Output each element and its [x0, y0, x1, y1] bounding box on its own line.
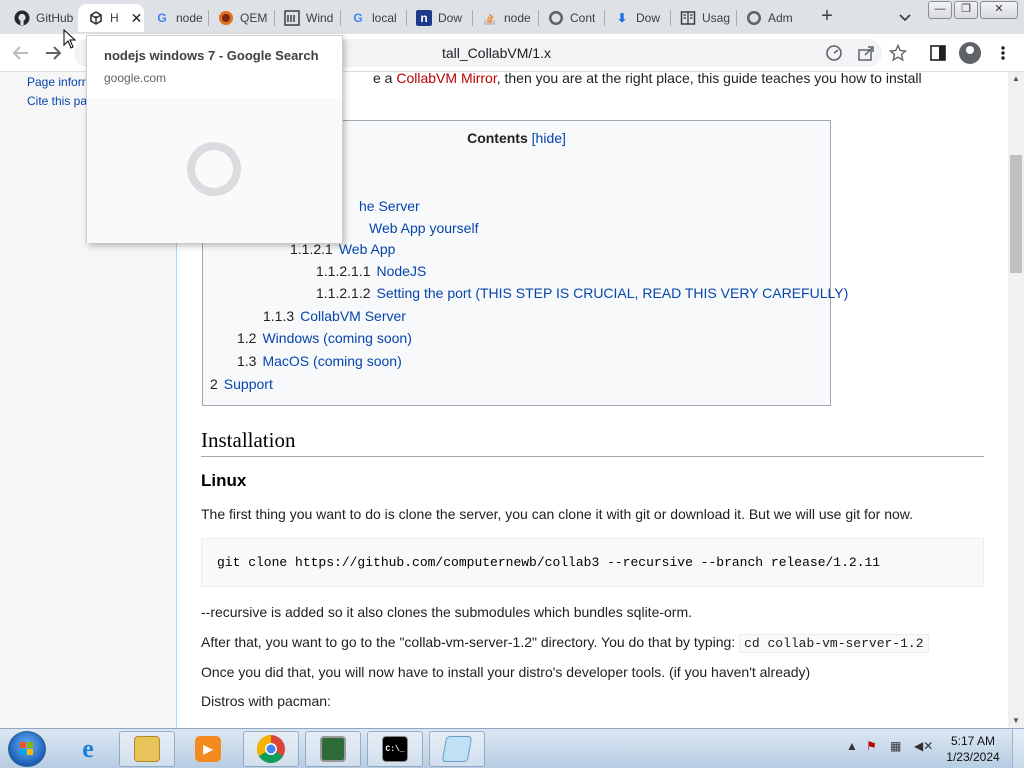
toc-item[interactable]: 1.3 MacOS (coming soon)	[237, 353, 402, 369]
action-center-flag-icon[interactable]: ⚑	[866, 739, 877, 753]
tab-github[interactable]: GitHub	[4, 4, 76, 32]
forward-arrow-icon[interactable]	[42, 42, 64, 64]
sidebar-link-cite[interactable]: Cite this pa	[27, 94, 87, 108]
mouse-cursor-icon	[63, 29, 77, 49]
toc-item[interactable]: 1.1.2.1 Web App	[290, 241, 395, 257]
notepad-icon[interactable]	[429, 731, 485, 767]
toc-item[interactable]: he Server	[359, 198, 420, 214]
tab-usage[interactable]: Usag	[670, 4, 736, 32]
tab-wikipedia[interactable]: Wind	[274, 4, 340, 32]
globe-icon	[746, 10, 762, 26]
nodejs-n-icon: n	[416, 10, 432, 26]
section-heading-installation: Installation	[201, 428, 984, 457]
tab-strip: GitHub H ✕ G node QEM Wind G local n Dow	[0, 0, 1024, 34]
windows-taskbar: e ▶ C:\_ ▲ ⚑ ▦ ◀✕ 5:17 AM 1/23/2024	[0, 728, 1024, 768]
globe-placeholder-icon	[187, 142, 241, 196]
globe-icon	[548, 10, 564, 26]
close-tab-icon[interactable]: ✕	[131, 10, 143, 27]
toc-item[interactable]: 1.2 Windows (coming soon)	[237, 330, 412, 346]
hover-card-domain: google.com	[104, 71, 167, 85]
paragraph-pacman: Distros with pacman:	[201, 693, 331, 709]
intro-text: e a CollabVM Mirror, then you are at the…	[373, 72, 922, 86]
subsection-heading-linux: Linux	[201, 471, 247, 490]
toc-item[interactable]: 2 Support	[210, 376, 273, 392]
tab-hover-card: nodejs windows 7 - Google Search google.…	[86, 35, 343, 243]
back-arrow-icon[interactable]	[10, 42, 32, 64]
tray-show-hidden-icon[interactable]: ▲	[846, 739, 858, 753]
tab-google-local[interactable]: G local	[340, 4, 406, 32]
performance-gauge-icon[interactable]	[825, 44, 843, 62]
sidebar-link-page-info[interactable]: Page inforr	[27, 75, 86, 89]
task-manager-icon[interactable]	[305, 731, 361, 767]
toc-hide-link[interactable]: hide	[536, 130, 562, 146]
tab-qemu[interactable]: QEM	[208, 4, 274, 32]
toc-item[interactable]: Web App yourself	[369, 220, 478, 236]
kebab-menu-icon[interactable]	[994, 44, 1012, 62]
toc-item[interactable]: 1.1.2.1.2 Setting the port (THIS STEP IS …	[316, 285, 848, 301]
tab-cont[interactable]: Cont	[538, 4, 604, 32]
side-panel-icon[interactable]	[929, 44, 947, 62]
network-icon[interactable]: ▦	[890, 739, 901, 753]
tab-stackoverflow[interactable]: node	[472, 4, 538, 32]
inline-code-cd: cd collab-vm-server-1.2	[739, 634, 929, 653]
collabvm-icon	[88, 10, 104, 26]
close-window-button[interactable]: ✕	[980, 1, 1018, 19]
tab-nodejs-download[interactable]: n Dow	[406, 4, 472, 32]
paragraph-recursive: --recursive is added so it also clones t…	[201, 604, 693, 620]
internet-explorer-icon[interactable]: e	[60, 731, 116, 767]
windows-flag-icon	[20, 742, 34, 756]
paragraph-cd: After that, you want to go to the "colla…	[201, 634, 929, 653]
new-tab-button[interactable]: +	[816, 6, 838, 28]
download-icon: ⬇	[616, 11, 628, 25]
system-clock[interactable]: 5:17 AM 1/23/2024	[940, 733, 1006, 765]
share-icon[interactable]	[857, 44, 875, 62]
address-text: tall_CollabVM/1.x	[442, 45, 551, 61]
wikipedia-icon	[284, 10, 300, 26]
profile-avatar[interactable]	[959, 42, 981, 64]
paragraph-dev-tools: Once you did that, you will now have to …	[201, 664, 811, 680]
tab-search-chevron-icon[interactable]	[896, 8, 914, 26]
github-icon	[14, 10, 30, 26]
chrome-icon[interactable]	[243, 731, 299, 767]
toc-item[interactable]: 1.1.2.1.1 NodeJS	[316, 263, 426, 279]
collabvm-mirror-link[interactable]: CollabVM Mirror	[396, 72, 496, 86]
show-desktop-button[interactable]	[1012, 729, 1024, 768]
tab-google-node[interactable]: G node	[144, 4, 208, 32]
google-icon: G	[353, 11, 363, 25]
start-button[interactable]	[8, 731, 46, 767]
google-icon: G	[157, 11, 167, 25]
qemu-icon	[218, 10, 234, 26]
volume-muted-icon[interactable]: ◀✕	[914, 739, 933, 753]
file-explorer-icon[interactable]	[119, 731, 175, 767]
tab-collabvm-active[interactable]: H ✕	[78, 4, 144, 32]
book-icon	[680, 10, 696, 26]
restore-button[interactable]: ❐	[954, 1, 978, 19]
page-scrollbar[interactable]: ▲ ▼	[1008, 72, 1024, 728]
scroll-down-arrow-icon[interactable]: ▼	[1008, 714, 1024, 728]
media-player-icon[interactable]: ▶	[180, 731, 236, 767]
code-block-git-clone: git clone https://github.com/computernew…	[201, 538, 984, 587]
hover-card-preview	[87, 98, 342, 243]
tab-download[interactable]: ⬇ Dow	[604, 4, 670, 32]
hover-card-title: nodejs windows 7 - Google Search	[104, 48, 319, 63]
paragraph-clone: The first thing you want to do is clone …	[201, 506, 914, 522]
stackoverflow-icon	[482, 10, 498, 26]
bookmark-star-icon[interactable]	[888, 43, 908, 62]
scroll-thumb[interactable]	[1010, 155, 1022, 273]
toc-item[interactable]: 1.1.3 CollabVM Server	[263, 308, 406, 324]
scroll-up-arrow-icon[interactable]: ▲	[1008, 72, 1024, 86]
minimize-button[interactable]: —	[928, 1, 952, 19]
tab-admin[interactable]: Adm	[736, 4, 802, 32]
command-prompt-icon[interactable]: C:\_	[367, 731, 423, 767]
